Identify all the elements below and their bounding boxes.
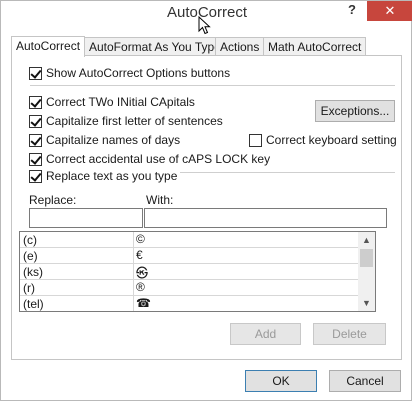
two-initial-caps-checkbox[interactable] — [29, 95, 42, 109]
autocorrect-panel: Show AutoCorrect Options buttons Correct… — [11, 55, 402, 360]
two-initial-caps-label: Correct TWo INitial CApitals — [46, 95, 195, 109]
scroll-up-icon[interactable]: ▲ — [358, 232, 375, 248]
caps-lock-option[interactable]: Correct accidental use of cAPS LOCK key — [29, 151, 270, 167]
two-initial-caps-option[interactable]: Correct TWo INitial CApitals — [29, 94, 195, 110]
replace-label: Replace: — [29, 193, 77, 207]
help-button[interactable]: ? — [345, 2, 359, 20]
autocorrect-entries-list[interactable]: (c) © (e) € (ks) ㉿ (r) ® (tel) ☎ ▲ ▼ — [19, 231, 376, 312]
close-button[interactable]: ✕ — [367, 1, 412, 21]
first-letter-label: Capitalize first letter of sentences — [46, 114, 223, 128]
entry-with: ☎ — [136, 296, 151, 310]
replace-text-label: Replace text as you type — [46, 169, 178, 183]
entry-replace: (c) — [23, 233, 37, 247]
list-item[interactable]: (tel) ☎ — [20, 296, 359, 311]
scroll-thumb[interactable] — [360, 249, 373, 267]
ok-button[interactable]: OK — [245, 370, 317, 392]
replace-input[interactable] — [29, 208, 143, 228]
entry-replace: (e) — [23, 249, 38, 263]
show-buttons-option[interactable]: Show AutoCorrect Options buttons — [29, 65, 230, 81]
names-of-days-label: Capitalize names of days — [46, 133, 181, 147]
add-button[interactable]: Add — [230, 323, 301, 345]
list-item[interactable]: (e) € — [20, 248, 359, 264]
with-label: With: — [146, 193, 174, 207]
tab-actions[interactable]: Actions — [215, 37, 265, 56]
replace-text-option[interactable]: Replace text as you type — [29, 168, 181, 184]
mouse-cursor-icon — [198, 16, 211, 35]
keyboard-setting-checkbox[interactable] — [249, 133, 262, 147]
with-input[interactable] — [144, 208, 387, 228]
tab-autoformat-as-you-type[interactable]: AutoFormat As You Type — [84, 37, 226, 56]
cancel-button[interactable]: Cancel — [329, 370, 401, 392]
scroll-down-icon[interactable]: ▼ — [358, 295, 375, 311]
list-scrollbar[interactable]: ▲ ▼ — [358, 232, 375, 311]
show-buttons-label: Show AutoCorrect Options buttons — [46, 66, 231, 80]
list-item[interactable]: (c) © — [20, 232, 359, 248]
entry-with: ㉿ — [136, 266, 149, 280]
caps-lock-label: Correct accidental use of cAPS LOCK key — [46, 152, 271, 166]
show-buttons-checkbox[interactable] — [29, 66, 42, 80]
keyboard-setting-option[interactable]: Correct keyboard setting — [249, 132, 397, 148]
entry-with: © — [136, 232, 145, 246]
tab-math-autocorrect[interactable]: Math AutoCorrect — [263, 37, 367, 56]
first-letter-option[interactable]: Capitalize first letter of sentences — [29, 113, 223, 129]
delete-button[interactable]: Delete — [313, 323, 386, 345]
entry-replace: (tel) — [23, 297, 44, 311]
separator — [30, 85, 395, 86]
entry-with: ® — [136, 280, 145, 294]
caps-lock-checkbox[interactable] — [29, 152, 42, 166]
list-item[interactable]: (r) ® — [20, 280, 359, 296]
replace-text-checkbox[interactable] — [29, 169, 42, 183]
exceptions-button[interactable]: Exceptions... — [315, 100, 395, 122]
entry-with: € — [136, 248, 143, 262]
autocorrect-dialog: AutoCorrect ? ✕ AutoCorrect AutoFormat A… — [0, 0, 412, 401]
entry-replace: (ks) — [23, 265, 43, 279]
first-letter-checkbox[interactable] — [29, 114, 42, 128]
names-of-days-checkbox[interactable] — [29, 133, 42, 147]
keyboard-setting-label: Correct keyboard setting — [266, 133, 397, 147]
list-item[interactable]: (ks) ㉿ — [20, 264, 359, 280]
entry-replace: (r) — [23, 281, 35, 295]
names-of-days-option[interactable]: Capitalize names of days — [29, 132, 180, 148]
tab-autocorrect[interactable]: AutoCorrect — [11, 36, 86, 57]
